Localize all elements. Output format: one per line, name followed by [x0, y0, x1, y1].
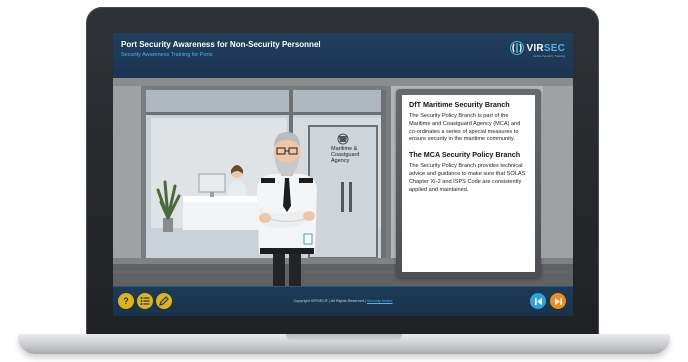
card-heading-1: DfT Maritime Security Branch [409, 100, 510, 109]
next-button[interactable] [550, 293, 566, 309]
virsec-logo: VIRSEC Online Security Training [509, 41, 565, 58]
laptop-notch [286, 334, 402, 341]
card-paragraph-1: The Security Policy Branch is part of th… [409, 113, 521, 143]
course-screen: Port Security Awareness for Non-Security… [113, 33, 573, 316]
course-subtitle: Security Awareness Training for Ports [121, 52, 213, 58]
skip-back-icon [534, 297, 542, 305]
security-notice-link[interactable]: Security Notice [367, 299, 393, 303]
card-paragraph-2: The Security Policy Branch provides tech… [409, 163, 526, 193]
copyright-text: Copyright VIRSEC® | All Rights Reserved … [293, 299, 366, 303]
logo-text-a: VIR [526, 42, 544, 54]
logo-text-b: SEC [543, 42, 565, 54]
previous-button[interactable] [530, 293, 546, 309]
course-header: Port Security Awareness for Non-Security… [113, 33, 573, 79]
door-sign: Maritime & Coastguard Agency [331, 146, 359, 164]
course-title: Port Security Awareness for Non-Security… [121, 40, 321, 49]
footer-copyright: Copyright VIRSEC® | All Rights Reserved … [113, 299, 573, 303]
course-footer: ? Copyright VIRSEC® | All Rights Reserve… [113, 286, 573, 316]
logo-tagline: Online Security Training [533, 54, 565, 58]
logo-mark-icon [509, 41, 524, 55]
door-sign-line3: Agency [331, 158, 350, 164]
info-card: DfT Maritime Security Branch The Securit… [402, 95, 535, 272]
office-scene: Maritime & Coastguard Agency DfT Maritim… [113, 78, 573, 286]
forward-icon [554, 297, 562, 305]
card-heading-2: The MCA Security Policy Branch [409, 150, 521, 160]
